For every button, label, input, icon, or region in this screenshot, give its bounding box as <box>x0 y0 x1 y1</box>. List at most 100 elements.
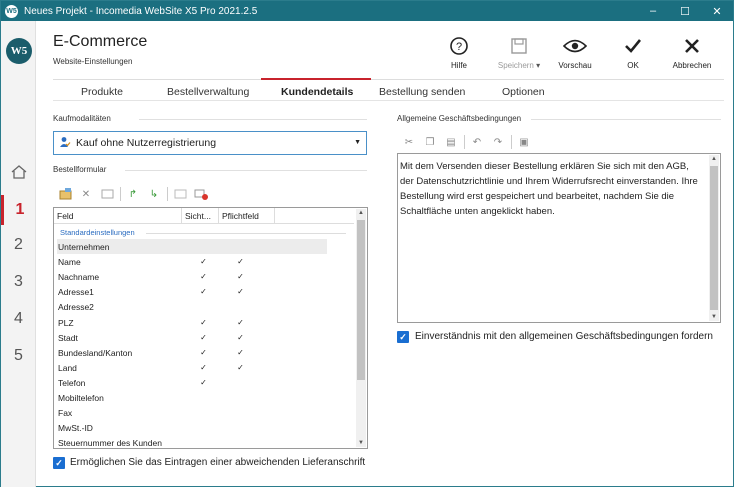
required-check: ✓ <box>237 318 244 327</box>
remove-group-icon[interactable] <box>193 186 209 202</box>
ok-button[interactable]: OK <box>603 35 663 70</box>
cancel-label: Abbrechen <box>672 61 712 70</box>
table-row[interactable]: Steuernummer des Kunden <box>57 435 327 448</box>
step-4[interactable]: 4 <box>1 304 36 334</box>
field-name: Bundesland/Kanton <box>58 347 133 358</box>
agb-checkbox-label[interactable]: Einverständnis mit den allgemeinen Gesch… <box>415 331 713 342</box>
copy-icon[interactable]: ❐ <box>422 134 438 150</box>
table-row[interactable]: Nachname ✓ ✓ <box>57 269 327 284</box>
table-row[interactable]: MwSt.-ID <box>57 420 327 435</box>
order-form-table[interactable]: Feld Sicht... Pflichtfeld Standardeinste… <box>53 207 368 449</box>
minimize-button[interactable]: – <box>637 1 669 21</box>
eye-icon <box>545 35 605 57</box>
close-window-button[interactable]: ✕ <box>701 1 733 21</box>
cut-icon[interactable]: ✂ <box>401 134 417 150</box>
tab-bestellung-senden[interactable]: Bestellung senden <box>379 86 465 98</box>
group-icon[interactable] <box>172 186 188 202</box>
move-down-icon[interactable]: ↳ <box>146 186 162 202</box>
move-up-icon[interactable]: ↱ <box>125 186 141 202</box>
table-row[interactable]: Fax <box>57 405 327 420</box>
help-label: Hilfe <box>450 61 467 70</box>
form-toolbar: ✕ ↱ ↳ <box>57 186 214 202</box>
active-tab-indicator <box>261 78 371 80</box>
field-name: Adresse2 <box>58 301 94 312</box>
alt-shipping-checkbox[interactable]: ✓ <box>53 457 65 469</box>
step-rail: W5 1 2 3 4 5 <box>1 21 36 487</box>
table-header: Feld Sicht... Pflichtfeld <box>54 208 354 224</box>
table-row[interactable]: Telefon ✓ <box>57 375 327 390</box>
table-row[interactable]: Adresse2 <box>57 299 327 314</box>
field-name: Fax <box>58 407 73 418</box>
column-header-feld[interactable]: Feld <box>54 208 182 224</box>
help-button[interactable]: ? Hilfe <box>429 35 489 70</box>
table-row[interactable]: Stadt ✓ ✓ <box>57 330 327 345</box>
window-title: Neues Projekt - Incomedia WebSite X5 Pro… <box>24 5 258 17</box>
tab-optionen[interactable]: Optionen <box>502 86 545 98</box>
paste-icon[interactable]: ▤ <box>443 134 459 150</box>
table-row[interactable]: PLZ ✓ ✓ <box>57 315 327 330</box>
cancel-button[interactable]: Abbrechen <box>662 35 722 70</box>
kaufmodalitaeten-label: Kaufmodalitäten <box>53 114 111 123</box>
agb-label: Allgemeine Geschäftsbedingungen <box>397 114 522 123</box>
table-row[interactable]: Name ✓ ✓ <box>57 254 327 269</box>
table-row[interactable]: Mobiltelefon <box>57 390 327 405</box>
alt-shipping-label[interactable]: Ermöglichen Sie das Eintragen einer abwe… <box>70 457 365 468</box>
scroll-up-icon[interactable]: ▲ <box>709 156 719 162</box>
scrollbar-thumb[interactable] <box>357 220 365 380</box>
visible-check: ✓ <box>200 378 207 387</box>
chevron-down-icon: ▼ <box>354 139 361 146</box>
delete-icon[interactable]: ✕ <box>78 186 94 202</box>
visible-check: ✓ <box>200 272 207 281</box>
required-check: ✓ <box>237 333 244 342</box>
divider <box>125 170 367 171</box>
purchase-mode-value: Kauf ohne Nutzerregistrierung <box>76 137 217 149</box>
bestellformular-label: Bestellformular <box>53 165 107 174</box>
field-name: Steuernummer des Kunden <box>58 437 162 448</box>
scroll-down-icon[interactable]: ▼ <box>709 314 719 320</box>
undo-icon[interactable]: ↶ <box>469 134 485 150</box>
home-icon[interactable] <box>10 163 28 184</box>
insert-icon[interactable]: ▣ <box>516 134 532 150</box>
table-scrollbar[interactable]: ▲ ▼ <box>356 209 366 447</box>
step-5[interactable]: 5 <box>1 341 36 371</box>
table-row[interactable]: Land ✓ ✓ <box>57 360 327 375</box>
maximize-button[interactable]: ☐ <box>669 1 701 21</box>
agb-checkbox[interactable]: ✓ <box>397 331 409 343</box>
redo-icon[interactable]: ↷ <box>490 134 506 150</box>
toolbar-separator <box>511 135 512 149</box>
save-caret: ▾ <box>536 61 541 70</box>
table-row[interactable]: Adresse1 ✓ ✓ <box>57 284 327 299</box>
column-header-sichtbar[interactable]: Sicht... <box>182 208 219 224</box>
scroll-down-icon[interactable]: ▼ <box>356 440 366 446</box>
app-icon: W5 <box>5 4 18 18</box>
save-button[interactable]: Speichern ▾ <box>489 35 549 70</box>
agb-editor[interactable]: Mit dem Versenden dieser Bestellung erkl… <box>397 153 721 323</box>
add-field-icon[interactable] <box>57 186 73 202</box>
divider <box>146 233 346 234</box>
table-row[interactable]: Bundesland/Kanton ✓ ✓ <box>57 345 327 360</box>
ok-label: OK <box>627 61 639 70</box>
tab-kundendetails[interactable]: Kundendetails <box>281 86 353 98</box>
required-check: ✓ <box>237 363 244 372</box>
step-3[interactable]: 3 <box>1 267 36 297</box>
purchase-mode-select[interactable]: Kauf ohne Nutzerregistrierung ▼ <box>53 131 367 155</box>
tab-bestellverwaltung[interactable]: Bestellverwaltung <box>167 86 249 98</box>
preview-button[interactable]: Vorschau <box>545 35 605 70</box>
preview-label: Vorschau <box>558 61 592 70</box>
edit-field-icon[interactable] <box>99 186 115 202</box>
tab-produkte[interactable]: Produkte <box>81 86 123 98</box>
step-2[interactable]: 2 <box>1 230 36 260</box>
editor-scrollbar[interactable]: ▲ ▼ <box>709 155 719 321</box>
help-icon: ? <box>429 35 489 57</box>
table-row[interactable]: Unternehmen <box>57 239 327 254</box>
checkmark-icon <box>603 35 663 57</box>
user-check-icon <box>59 136 71 151</box>
field-name: Unternehmen <box>58 241 110 252</box>
field-name: Land <box>58 362 77 373</box>
title-bar: W5 Neues Projekt - Incomedia WebSite X5 … <box>1 1 733 21</box>
step-1[interactable]: 1 <box>1 195 36 225</box>
scroll-up-icon[interactable]: ▲ <box>356 210 366 216</box>
agb-text[interactable]: Mit dem Versenden dieser Bestellung erkl… <box>400 159 700 219</box>
column-header-pflichtfeld[interactable]: Pflichtfeld <box>219 208 275 224</box>
scrollbar-thumb[interactable] <box>710 166 718 310</box>
